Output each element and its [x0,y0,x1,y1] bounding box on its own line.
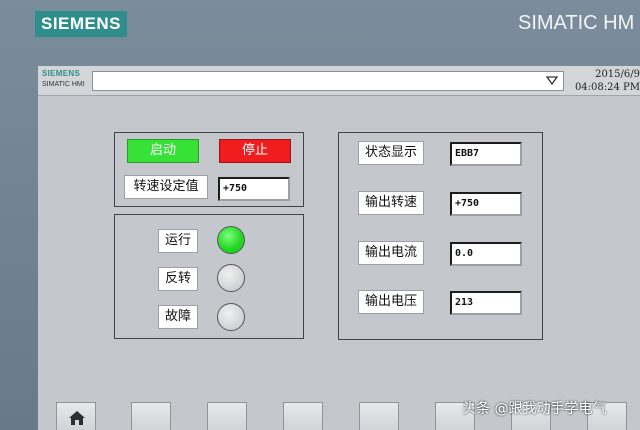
start-button[interactable]: 启动 [127,139,199,163]
header-logo: SIEMENS [42,69,81,78]
clock: 2015/6/9 04:08:24 PM [570,68,640,96]
function-key-5[interactable] [359,402,399,430]
watermark-text: 头条 @跟我动手学电气 [462,401,607,417]
screen-header: SIEMENS SIMATIC HMI 2015/6/9 04:08:24 PM [38,66,640,96]
readout-value-status: EBB7 [450,142,522,166]
chevron-down-icon [545,76,559,86]
home-icon [69,411,85,425]
readout-value-speed: +750 [450,192,522,216]
readout-value-current: 0.0 [450,242,522,266]
product-name: SIMATIC HM [518,12,635,34]
status-label-fault: 故障 [158,305,198,329]
siemens-logo: SIEMENS [35,11,127,37]
speed-setpoint-input[interactable]: +750 [218,177,290,201]
readout-value-voltage: 213 [450,291,522,315]
status-label-reverse: 反转 [158,267,198,291]
header-subtitle: SIMATIC HMI [42,81,85,88]
speed-setpoint-label: 转速设定值 [124,175,208,199]
readout-label-status: 状态显示 [358,141,424,165]
function-key-2[interactable] [131,402,171,430]
function-key-4[interactable] [283,402,323,430]
function-key-3[interactable] [207,402,247,430]
readout-label-voltage: 输出电压 [358,290,424,314]
screen-selector[interactable] [92,71,564,91]
stop-button[interactable]: 停止 [219,139,291,163]
home-button[interactable] [56,402,96,430]
hmi-screen: SIEMENS SIMATIC HMI 2015/6/9 04:08:24 PM… [38,66,640,430]
readout-label-speed: 输出转速 [358,191,424,215]
readout-label-current: 输出电流 [358,241,424,265]
fault-indicator-lamp [217,303,245,331]
reverse-indicator-lamp [217,264,245,292]
status-group [114,214,304,339]
status-label-run: 运行 [158,229,198,253]
clock-time: 04:08:24 PM [574,82,640,93]
clock-date: 2015/6/9 [595,69,640,80]
run-indicator-lamp [217,226,245,254]
